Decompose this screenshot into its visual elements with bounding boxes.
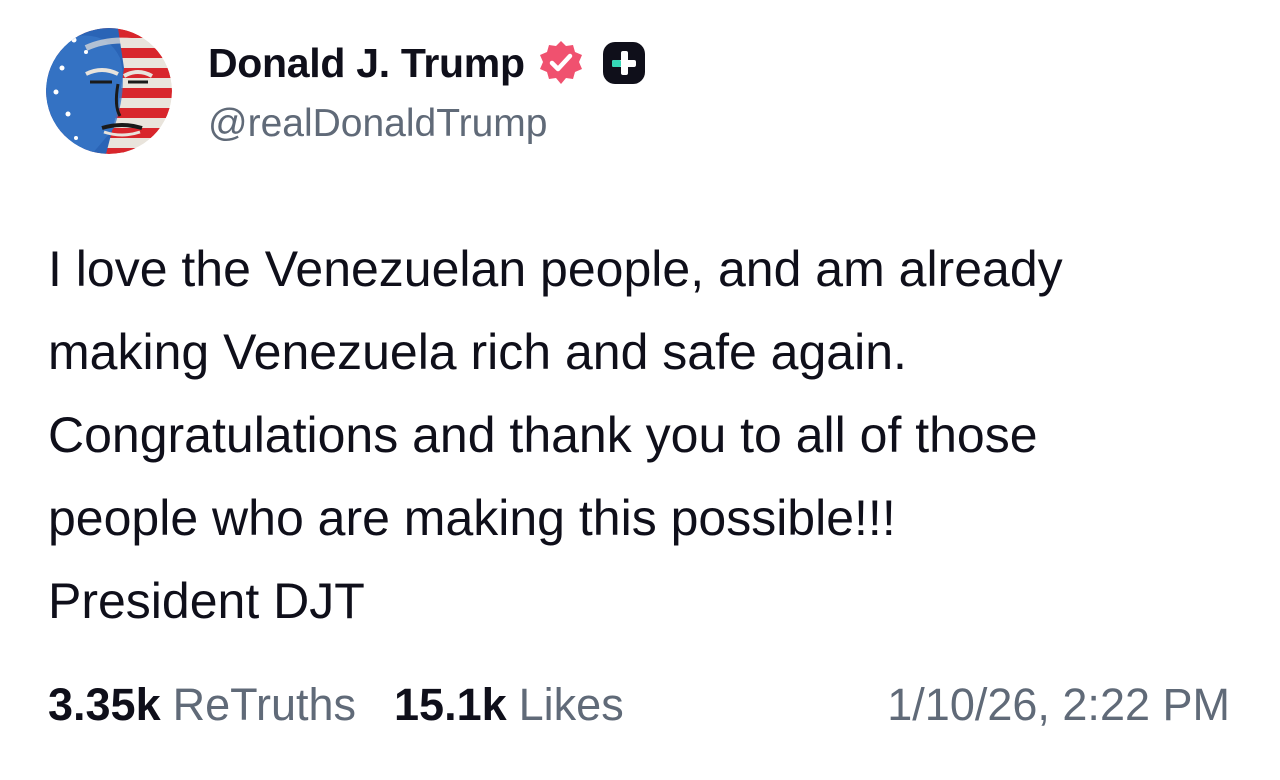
author-name-row: Donald J. Trump [208,36,647,90]
author-display-name[interactable]: Donald J. Trump [208,40,525,87]
post-card: Donald J. Trump @realDonaldTrump I love … [0,0,1280,780]
likes-stat[interactable]: 15.1k Likes [394,679,624,731]
likes-label: Likes [518,679,624,730]
retruths-stat[interactable]: 3.35k ReTruths [48,679,356,731]
post-text: I love the Venezuelan people, and am alr… [48,241,1063,629]
likes-count: 15.1k [394,679,507,730]
verified-badge-icon [537,39,585,87]
post-timestamp[interactable]: 1/10/26, 2:22 PM [887,679,1230,731]
author-avatar[interactable] [46,28,172,154]
avatar-flag-portrait [46,28,172,154]
author-handle[interactable]: @realDonaldTrump [208,102,547,146]
plus-badge-icon [601,40,647,86]
retruths-label: ReTruths [172,679,357,730]
post-stats: 3.35k ReTruths 15.1k Likes 1/10/26, 2:22… [48,676,1230,734]
retruths-count: 3.35k [48,679,161,730]
